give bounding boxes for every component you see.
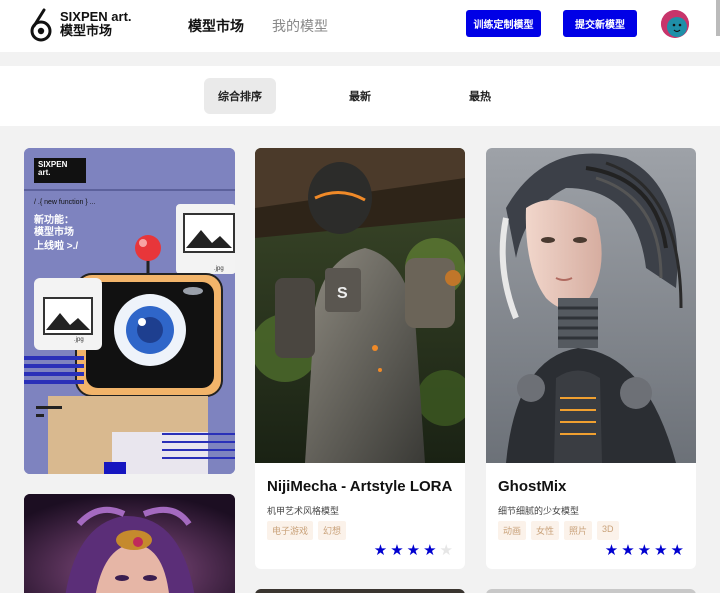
brand-line-1: SIXPEN art. xyxy=(60,9,132,24)
sort-hottest-tab[interactable]: 最热 xyxy=(450,78,510,114)
svg-text:S: S xyxy=(337,285,348,302)
card-title: GhostMix xyxy=(498,478,567,495)
model-card-col2-next[interactable] xyxy=(255,589,465,593)
tag-item[interactable]: 动画 xyxy=(498,521,527,540)
promo-banner-card[interactable]: SIXPEN art. / .{ new function } ... 新功能：… xyxy=(24,148,235,474)
star-empty-icon: ★ xyxy=(439,542,453,559)
user-avatar[interactable] xyxy=(661,10,689,38)
star-icon: ★ xyxy=(654,542,668,559)
promo-brand-suffix: art. xyxy=(38,168,51,177)
promo-jpg-label-right: .jpg xyxy=(214,266,224,272)
sort-composite-tab[interactable]: 综合排序 xyxy=(204,78,276,114)
rating-stars: ★ ★ ★ ★ ★ xyxy=(374,543,453,558)
promo-headline-3: 上线啦 >./ xyxy=(34,241,79,252)
nav-my-models[interactable]: 我的模型 xyxy=(272,16,328,36)
rating-stars: ★ ★ ★ ★ ★ xyxy=(605,543,684,558)
promo-code-text: / .{ new function } ... xyxy=(34,199,96,206)
star-icon: ★ xyxy=(621,542,635,559)
star-icon: ★ xyxy=(406,542,421,559)
tag-item[interactable]: 照片 xyxy=(564,521,593,540)
star-icon: ★ xyxy=(670,542,684,559)
submit-new-model-button[interactable]: 提交新模型 xyxy=(563,10,637,37)
window-scrollbar[interactable] xyxy=(716,0,720,36)
anime-portrait-image xyxy=(24,494,235,593)
sort-newest-tab[interactable]: 最新 xyxy=(330,78,390,114)
tag-item[interactable]: 电子游戏 xyxy=(267,521,314,540)
star-icon: ★ xyxy=(373,542,388,559)
card-title: NijiMecha - Artstyle LORA xyxy=(267,478,453,495)
nijimecha-image: S xyxy=(255,148,465,463)
brand-line-2: 模型市场 xyxy=(60,23,113,38)
model-card-col3-next[interactable] xyxy=(486,589,696,593)
model-card-nijimecha[interactable]: S NijiMecha - Artstyle LORA 机甲艺术风格模型 电子游… xyxy=(255,148,465,569)
train-custom-model-button[interactable]: 训练定制模型 xyxy=(466,10,541,37)
top-header: SIXPEN art. 模型市场 模型市场 我的模型 训练定制模型 提交新模型 xyxy=(0,0,720,52)
tag-item[interactable]: 3D xyxy=(597,521,619,540)
brand-name[interactable]: SIXPEN art. 模型市场 xyxy=(60,10,132,38)
star-icon: ★ xyxy=(604,542,619,559)
promo-illustration xyxy=(24,148,235,474)
nav-model-market[interactable]: 模型市场 xyxy=(188,16,244,36)
avatar-face-icon xyxy=(661,10,689,38)
star-icon: ★ xyxy=(423,542,437,559)
sixpen-logo-icon[interactable] xyxy=(28,8,54,42)
card-description: 机甲艺术风格模型 xyxy=(267,506,340,516)
tag-list: 动画 女性 照片 3D xyxy=(498,521,619,540)
sort-bar: 综合排序 最新 最热 xyxy=(0,66,720,126)
tag-list: 电子游戏 幻想 xyxy=(267,521,347,540)
ghostmix-image xyxy=(486,148,696,463)
tag-item[interactable]: 女性 xyxy=(531,521,560,540)
tag-item[interactable]: 幻想 xyxy=(318,521,347,540)
star-icon: ★ xyxy=(390,542,404,559)
card-description: 细节细腻的少女模型 xyxy=(498,506,580,516)
star-icon: ★ xyxy=(637,542,652,559)
promo-headline-2: 模型市场 xyxy=(34,227,74,238)
promo-jpg-label-left: .jpg xyxy=(74,337,84,343)
model-card-ghostmix[interactable]: GhostMix 细节细腻的少女模型 动画 女性 照片 3D ★ ★ ★ ★ ★ xyxy=(486,148,696,569)
model-card-anime-portrait[interactable] xyxy=(24,494,235,593)
